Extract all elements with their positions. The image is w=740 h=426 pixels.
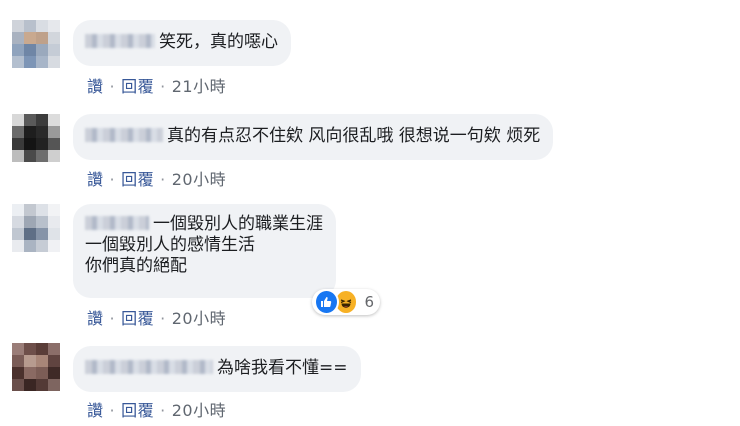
- like-link[interactable]: 讚: [87, 170, 104, 189]
- author-name[interactable]: [85, 128, 163, 142]
- like-link[interactable]: 讚: [87, 77, 104, 96]
- comment-text: 為啥我看不懂==: [217, 358, 348, 378]
- timestamp[interactable]: 21小時: [172, 77, 226, 96]
- reply-link[interactable]: 回覆: [121, 170, 154, 189]
- comment-actions: 讚 · 回覆 · 20小時: [87, 401, 227, 420]
- comment-text-line-1: 一個毀別人的職業生涯: [153, 214, 323, 234]
- comment-actions: 讚 · 回覆 · 21小時: [87, 77, 227, 96]
- avatar[interactable]: [12, 114, 60, 162]
- comment-bubble: 一個毀別人的職業生涯 一個毀別人的感情生活 你們真的絕配: [73, 204, 336, 298]
- reply-link[interactable]: 回覆: [121, 401, 154, 420]
- reaction-count: 6: [364, 293, 374, 311]
- avatar[interactable]: [12, 20, 60, 68]
- reply-link[interactable]: 回覆: [121, 309, 154, 328]
- reply-link[interactable]: 回覆: [121, 77, 154, 96]
- author-name[interactable]: [85, 34, 155, 48]
- comment-actions: 讚 · 回覆 · 20小時: [87, 170, 227, 189]
- author-name[interactable]: [85, 216, 149, 230]
- comment-text-line-3: 你們真的絕配: [85, 256, 187, 276]
- comment-bubble: 笑死，真的噁心: [73, 20, 291, 66]
- timestamp[interactable]: 20小時: [172, 401, 226, 420]
- like-icon: [314, 289, 339, 315]
- comment-bubble: 真的有点忍不住欸 风向很乱哦 很想说一句欸 烦死: [73, 114, 554, 160]
- comment-actions: 讚 · 回覆 · 20小時: [87, 309, 227, 328]
- comment-text: 真的有点忍不住欸 风向很乱哦 很想说一句欸 烦死: [167, 126, 541, 146]
- comment-text: 笑死，真的噁心: [159, 32, 278, 52]
- timestamp[interactable]: 20小時: [172, 309, 226, 328]
- comment-bubble: 為啥我看不懂==: [73, 346, 361, 392]
- reaction-summary[interactable]: 6: [312, 289, 380, 315]
- like-link[interactable]: 讚: [87, 309, 104, 328]
- author-name[interactable]: [85, 360, 213, 374]
- timestamp[interactable]: 20小時: [172, 170, 226, 189]
- avatar[interactable]: [12, 343, 60, 391]
- like-link[interactable]: 讚: [87, 401, 104, 420]
- avatar[interactable]: [12, 204, 60, 252]
- comment-text-line-2: 一個毀別人的感情生活: [85, 235, 255, 255]
